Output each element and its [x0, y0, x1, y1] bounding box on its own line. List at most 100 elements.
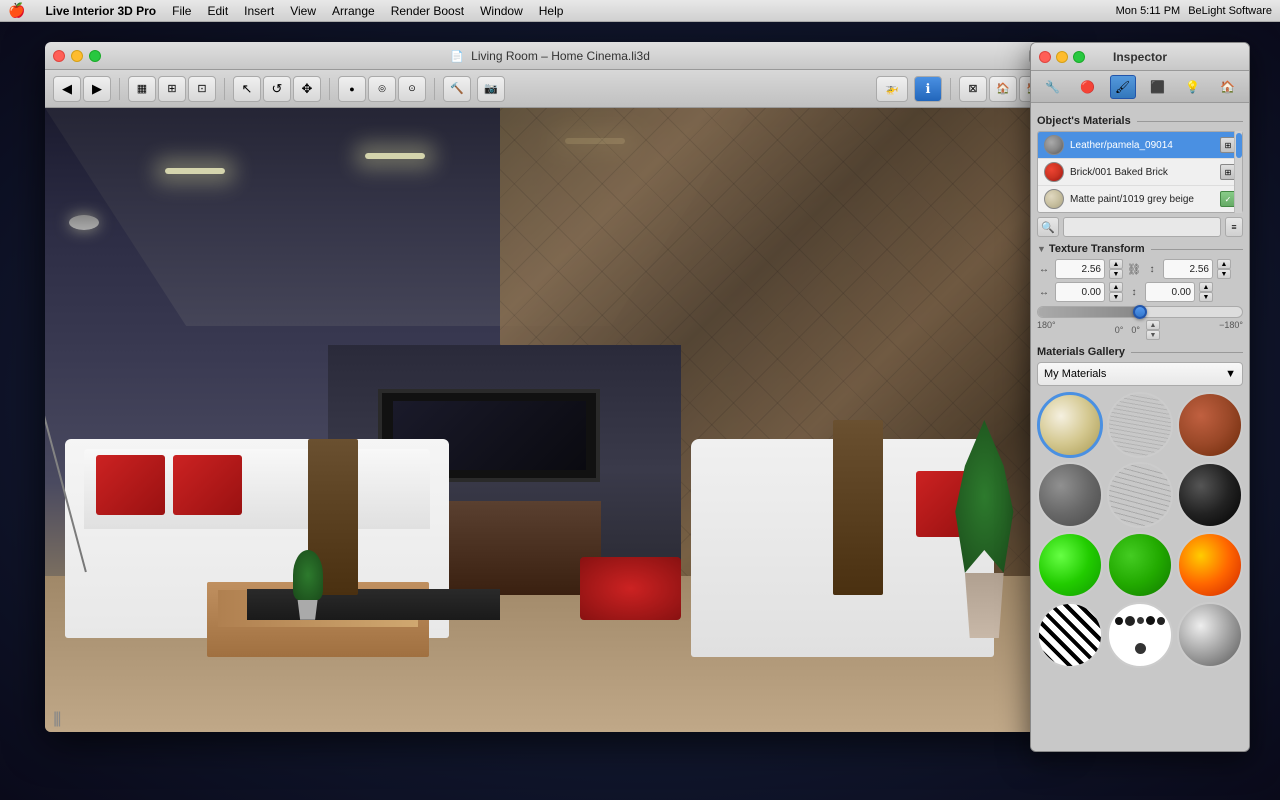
materials-scroll-thumb[interactable] — [1236, 133, 1242, 158]
height-input[interactable] — [1163, 259, 1213, 279]
width-up-button[interactable]: ▲ — [1109, 259, 1123, 269]
offset-y-down-button[interactable]: ▼ — [1199, 292, 1213, 302]
fly-through-button[interactable]: 🚁 — [876, 76, 908, 102]
menu-arrange[interactable]: Arrange — [332, 4, 375, 18]
apple-menu[interactable]: 🍎 — [8, 2, 25, 19]
height-stepper: ▲ ▼ — [1217, 259, 1231, 279]
gallery-item-silver[interactable] — [1177, 602, 1243, 668]
scroll-indicator[interactable]: ||| — [53, 710, 59, 728]
gallery-item-brick[interactable] — [1177, 392, 1243, 458]
tab-light[interactable]: 💡 — [1180, 75, 1206, 99]
gallery-item-cream[interactable] — [1037, 392, 1103, 458]
gallery-item-spots[interactable] — [1107, 602, 1173, 668]
material-item-brick[interactable]: Brick/001 Baked Brick ⊞ — [1038, 159, 1242, 186]
offset-y-input[interactable] — [1145, 282, 1195, 302]
width-input[interactable] — [1055, 259, 1105, 279]
tab-materials[interactable]: 🔴 — [1075, 75, 1101, 99]
menu-insert[interactable]: Insert — [244, 4, 274, 18]
material-search-bar[interactable] — [1063, 217, 1221, 237]
maximize-button[interactable] — [89, 50, 101, 62]
gallery-dropdown[interactable]: My Materials ▼ — [1037, 362, 1243, 386]
inspector-close-button[interactable] — [1039, 51, 1051, 63]
angle-slider-track[interactable] — [1037, 306, 1243, 318]
separator-5 — [950, 78, 951, 100]
app-name[interactable]: Live Interior 3D Pro — [45, 4, 156, 18]
gallery-item-wood[interactable] — [1107, 392, 1173, 458]
chain-icon: ⛓ — [1127, 263, 1141, 276]
angle-slider-thumb[interactable] — [1133, 305, 1147, 319]
viewport[interactable]: ||| — [45, 108, 1055, 732]
menu-file[interactable]: File — [172, 4, 191, 18]
inspector-title-bar: Inspector — [1031, 43, 1249, 71]
gallery-item-green-dark[interactable] — [1107, 532, 1173, 598]
offset-y-up-button[interactable]: ▲ — [1199, 282, 1213, 292]
close-button[interactable] — [53, 50, 65, 62]
tab-object[interactable]: 🏠 — [1215, 75, 1241, 99]
offset-y-stepper: ▲ ▼ — [1199, 282, 1213, 302]
area-light-button[interactable]: ⊙ — [398, 76, 426, 102]
width-down-button[interactable]: ▼ — [1109, 269, 1123, 279]
inspector-tabs: 🔧 🔴 🖌 ⬛ 💡 🏠 — [1031, 71, 1249, 103]
menu-help[interactable]: Help — [539, 4, 564, 18]
minimize-button[interactable] — [71, 50, 83, 62]
forward-button[interactable]: ▶ — [83, 76, 111, 102]
material-item-leather[interactable]: Leather/pamela_09014 ⊞ — [1038, 132, 1242, 159]
decorative-plant — [267, 550, 348, 620]
tab-properties[interactable]: 🔧 — [1040, 75, 1066, 99]
gallery-item-black[interactable] — [1177, 462, 1243, 528]
gallery-item-fire[interactable] — [1177, 532, 1243, 598]
light-group: ● ◎ ⊙ — [338, 76, 426, 102]
elevation-button[interactable]: ⊞ — [158, 76, 186, 102]
offset-x-stepper: ▲ ▼ — [1109, 282, 1123, 302]
height-down-button[interactable]: ▼ — [1217, 269, 1231, 279]
texture-transform-header: ▼ Texture Transform — [1037, 243, 1243, 255]
menu-edit[interactable]: Edit — [207, 4, 228, 18]
perspective-button[interactable]: ⊡ — [188, 76, 216, 102]
speaker-right — [833, 420, 884, 595]
point-light-button[interactable]: ● — [338, 76, 366, 102]
screenshot-button[interactable]: 📷 — [477, 76, 505, 102]
menu-view[interactable]: View — [290, 4, 316, 18]
tab-texture[interactable]: ⬛ — [1145, 75, 1171, 99]
menu-window[interactable]: Window — [480, 4, 523, 18]
tab-paint[interactable]: 🖌 — [1110, 75, 1136, 99]
inspector-minimize-button[interactable] — [1056, 51, 1068, 63]
pan-tool-button[interactable]: ✥ — [293, 76, 321, 102]
materials-scrollbar[interactable] — [1234, 131, 1242, 213]
select-tool-button[interactable]: ↖ — [233, 76, 261, 102]
gallery-item-dark-wood[interactable] — [1107, 462, 1173, 528]
build-button[interactable]: 🔨 — [443, 76, 471, 102]
spot-light-button[interactable]: ◎ — [368, 76, 396, 102]
materials-list: Leather/pamela_09014 ⊞ Brick/001 Baked B… — [1037, 131, 1243, 213]
floor-plan-button[interactable]: ▦ — [128, 76, 156, 102]
inspector-traffic-lights — [1039, 51, 1085, 63]
material-menu-button[interactable]: ≡ — [1225, 217, 1243, 237]
orbit-tool-button[interactable]: ↺ — [263, 76, 291, 102]
ortho-view-button[interactable]: ⊠ — [959, 76, 987, 102]
arc-lamp — [45, 202, 126, 639]
offset-x-input[interactable] — [1055, 282, 1105, 302]
eyedropper-button[interactable]: 🔍 — [1037, 217, 1059, 237]
height-up-button[interactable]: ▲ — [1217, 259, 1231, 269]
material-name-matte: Matte paint/1019 grey beige — [1070, 194, 1214, 205]
angle-down-button[interactable]: ▼ — [1146, 330, 1160, 340]
interior-view-button[interactable]: 🏠 — [989, 76, 1017, 102]
fireplace-item — [580, 557, 681, 619]
angle-up-button[interactable]: ▲ — [1146, 320, 1160, 330]
ceiling-light-2 — [365, 153, 425, 159]
material-item-matte[interactable]: Matte paint/1019 grey beige ✓ — [1038, 186, 1242, 212]
angle-slider-container: 180° 0° 0° ▲ ▼ −180° — [1037, 306, 1243, 340]
offset-x-down-button[interactable]: ▼ — [1109, 292, 1123, 302]
window-title: 📄 Living Room – Home Cinema.li3d — [450, 49, 650, 63]
menu-render-boost[interactable]: Render Boost — [391, 4, 464, 18]
angle-stepper: ▲ ▼ — [1146, 320, 1160, 340]
inspector-maximize-button[interactable] — [1073, 51, 1085, 63]
height-label: ↕ — [1145, 264, 1159, 275]
info-button[interactable]: ℹ — [914, 76, 942, 102]
separator-4 — [434, 78, 435, 100]
gallery-item-zebra[interactable] — [1037, 602, 1103, 668]
back-button[interactable]: ◀ — [53, 76, 81, 102]
gallery-item-stone[interactable] — [1037, 462, 1103, 528]
gallery-item-green-bright[interactable] — [1037, 532, 1103, 598]
offset-x-up-button[interactable]: ▲ — [1109, 282, 1123, 292]
